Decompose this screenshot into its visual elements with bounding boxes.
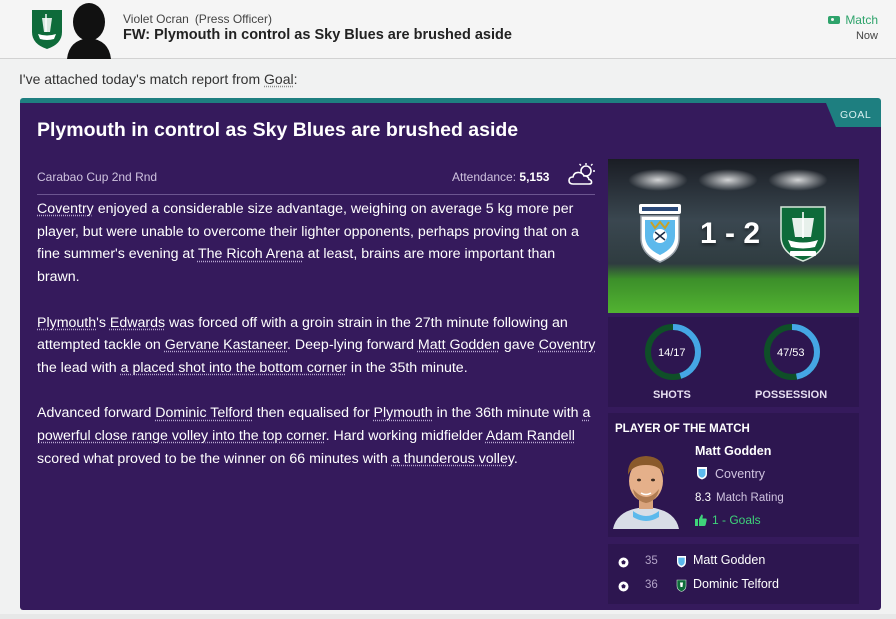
potm-rating: 8.3 Match Rating xyxy=(695,492,784,504)
intro-text: I've attached today's match report from … xyxy=(19,71,297,87)
shots-value: 14/17 xyxy=(658,347,686,359)
report-headline: Plymouth in control as Sky Blues are bru… xyxy=(37,119,519,141)
text: then equalised for xyxy=(252,405,374,422)
potm-club[interactable]: Coventry xyxy=(715,467,765,481)
goal-highlight-link[interactable]: a placed shot into the bottom corner xyxy=(121,360,347,376)
scoreline-panel[interactable]: 1 - 2 xyxy=(608,159,859,313)
text: scored what proved to be the winner on 6… xyxy=(37,450,392,467)
divider xyxy=(37,194,595,195)
intro-after: : xyxy=(293,71,298,87)
text: 's xyxy=(96,314,110,331)
player-link[interactable]: Gervane Kastaneer xyxy=(165,337,287,353)
club-crest-icon[interactable] xyxy=(30,8,64,50)
team-link[interactable]: Plymouth xyxy=(374,405,433,421)
partly-cloudy-icon xyxy=(568,163,595,185)
possession-label: POSSESSION xyxy=(755,389,828,401)
sender-avatar[interactable] xyxy=(63,0,115,59)
player-link[interactable]: Adam Randell xyxy=(486,428,575,444)
coventry-crest-icon[interactable] xyxy=(637,202,683,264)
plymouth-crest-icon xyxy=(676,579,687,592)
match-stats-panel: 14/17 SHOTS 47/53 POSSESSION xyxy=(608,317,859,407)
event-player[interactable]: Dominic Telford xyxy=(693,577,779,591)
player-photo[interactable] xyxy=(613,441,679,529)
stadium-light xyxy=(768,169,828,191)
message-tag[interactable]: Match xyxy=(828,13,878,27)
stadium-light xyxy=(698,169,758,191)
source-badge: GOAL xyxy=(826,103,881,127)
potm-player-name[interactable]: Matt Godden xyxy=(695,444,771,458)
goal-events-panel: 35 Matt Godden 36 Dominic Telford xyxy=(608,544,859,604)
team-link[interactable]: Coventry xyxy=(37,201,94,217)
sender-role: (Press Officer) xyxy=(194,12,272,26)
intro-before: I've attached today's match report from xyxy=(19,71,265,87)
text: in the 35th minute. xyxy=(346,359,468,376)
paragraph-2: Plymouth's Edwards was forced off with a… xyxy=(37,312,597,380)
message-subject: FW: Plymouth in control as Sky Blues are… xyxy=(123,27,512,43)
match-report-card: GOAL Plymouth in control as Sky Blues ar… xyxy=(20,98,881,610)
goal-event-row[interactable]: 36 Dominic Telford xyxy=(608,576,859,600)
football-icon xyxy=(618,581,629,592)
venue-link[interactable]: The Ricoh Arena xyxy=(198,246,304,262)
goal-highlight-link[interactable]: a thunderous volley xyxy=(392,451,514,467)
player-link[interactable]: Edwards xyxy=(110,315,165,331)
team-link[interactable]: Plymouth xyxy=(37,315,96,331)
paragraph-3: Advanced forward Dominic Telford then eq… xyxy=(37,402,597,470)
text: . xyxy=(513,450,518,467)
player-link[interactable]: Matt Godden xyxy=(418,337,500,353)
report-body: Coventry enjoyed a considerable size adv… xyxy=(37,198,597,493)
shots-label: SHOTS xyxy=(653,389,691,401)
page-bottom-edge xyxy=(0,614,896,619)
text: . Deep-lying forward xyxy=(287,337,418,354)
text: gave xyxy=(499,337,539,354)
sender-name[interactable]: Violet Ocran xyxy=(123,12,189,26)
event-player[interactable]: Matt Godden xyxy=(693,553,765,567)
attendance-label: Attendance: xyxy=(452,170,517,184)
text: . Hard working midfielder xyxy=(325,428,486,444)
player-link[interactable]: Dominic Telford xyxy=(155,405,253,421)
rating-value: 8.3 xyxy=(695,492,711,504)
sender-line: Violet Ocran (Press Officer) xyxy=(123,12,272,26)
team-link[interactable]: Coventry xyxy=(539,337,596,353)
score: 1 - 2 xyxy=(700,217,761,250)
text: in the 36th minute with xyxy=(432,405,583,422)
source-link[interactable]: Goal xyxy=(264,71,294,87)
goals-text: 1 - Goals xyxy=(712,513,761,527)
goal-event-row[interactable]: 35 Matt Godden xyxy=(608,552,859,576)
paragraph-1: Coventry enjoyed a considerable size adv… xyxy=(37,198,597,289)
attendance-value: 5,153 xyxy=(519,170,550,184)
possession-value: 47/53 xyxy=(777,347,805,359)
plymouth-crest-icon[interactable] xyxy=(778,204,828,262)
potm-title: PLAYER OF THE MATCH xyxy=(615,423,750,435)
event-minute: 36 xyxy=(645,579,658,591)
text: the lead with xyxy=(37,359,121,376)
tag-label: Match xyxy=(845,13,878,27)
message-time: Now xyxy=(855,30,878,42)
text: Advanced forward xyxy=(37,405,156,422)
thumbs-up-icon xyxy=(695,514,707,526)
competition-name[interactable]: Carabao Cup 2nd Rnd xyxy=(37,170,157,184)
event-minute: 35 xyxy=(645,555,658,567)
rating-label: Match Rating xyxy=(716,492,784,504)
tag-icon xyxy=(828,16,841,24)
coventry-crest-icon xyxy=(697,467,707,480)
stadium-light xyxy=(628,169,688,191)
message-header: Violet Ocran (Press Officer) FW: Plymouth… xyxy=(0,0,896,59)
potm-goals: 1 - Goals xyxy=(695,513,761,527)
attendance: Attendance: 5,153 xyxy=(452,170,549,184)
football-icon xyxy=(618,557,629,568)
player-of-the-match-panel[interactable]: PLAYER OF THE MATCH Matt Godden Coventry… xyxy=(608,413,859,537)
coventry-crest-icon xyxy=(677,556,686,568)
